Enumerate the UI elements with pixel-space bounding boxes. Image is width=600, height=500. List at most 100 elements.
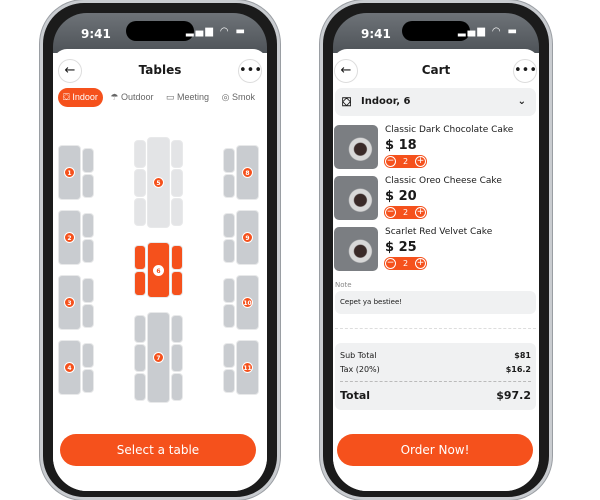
chair[interactable]: [134, 344, 146, 372]
tables-content: ← Tables ••• ⛋ Indoor ☂ Outdoor ▭ Meetin…: [53, 49, 267, 491]
status-bar: 9:41 ▂▄▆ ◠ ▬: [53, 13, 267, 49]
chair: [134, 169, 146, 197]
armchair-icon: ⛋: [63, 92, 73, 102]
chair[interactable]: [82, 238, 94, 263]
minus-button[interactable]: −: [385, 258, 396, 269]
select-table-button[interactable]: Select a table: [60, 434, 256, 466]
product-image: [334, 125, 378, 169]
more-button[interactable]: •••: [238, 59, 262, 83]
category-tabs: ⛋ Indoor ☂ Outdoor ▭ Meeting ◎ Smok: [58, 88, 265, 107]
chair[interactable]: [82, 213, 94, 238]
minus-button[interactable]: −: [385, 156, 396, 167]
chair[interactable]: [82, 173, 94, 198]
screen: 9:41 ▂▄▆ ◠ ▬ ← Tables ••• ⛋ Indoor ☂ Out…: [53, 13, 267, 491]
table-6[interactable]: 6: [147, 242, 170, 298]
tab-meeting[interactable]: ▭ Meeting: [161, 88, 214, 107]
phone-tables: 9:41 ▂▄▆ ◠ ▬ ← Tables ••• ⛋ Indoor ☂ Out…: [40, 0, 280, 500]
chair[interactable]: [171, 245, 183, 270]
chair[interactable]: [82, 343, 94, 368]
chair[interactable]: [223, 343, 235, 368]
chair[interactable]: [82, 368, 94, 393]
product-name: Classic Oreo Cheese Cake: [385, 176, 502, 186]
table-4[interactable]: 4: [58, 340, 81, 395]
tab-indoor[interactable]: ⛋ Indoor: [58, 88, 103, 107]
chair[interactable]: [82, 148, 94, 173]
chair[interactable]: [223, 148, 235, 173]
table-10[interactable]: 10: [236, 275, 259, 330]
table-5: 5: [147, 137, 170, 228]
phone-cart: 9:41 ▂▄▆ ◠ ▬ ← Cart ••• ⛋ Indoor, 6 ⌄ Cl…: [320, 0, 552, 500]
plus-button[interactable]: +: [415, 207, 426, 218]
table-1[interactable]: 1: [58, 145, 81, 200]
tab-outdoor[interactable]: ☂ Outdoor: [105, 88, 158, 107]
order-now-button[interactable]: Order Now!: [337, 434, 533, 466]
product-image: [334, 176, 378, 220]
table-7[interactable]: 7: [147, 312, 170, 403]
plus-button[interactable]: +: [415, 258, 426, 269]
product-name: Classic Dark Chocolate Cake: [385, 125, 514, 135]
plus-button[interactable]: +: [415, 156, 426, 167]
table-number: 2: [64, 232, 75, 243]
smoking-icon: ◎: [221, 92, 232, 102]
cart-item: Classic Dark Chocolate Cake $ 18 − 2 +: [334, 125, 539, 169]
table-9[interactable]: 9: [236, 210, 259, 265]
chair[interactable]: [171, 373, 183, 401]
note-label: Note: [335, 281, 352, 289]
chair[interactable]: [134, 245, 146, 270]
table-number: 1: [64, 167, 75, 178]
total-row: Total $97.2: [340, 389, 531, 402]
table-11[interactable]: 11: [236, 340, 259, 395]
presentation-icon: ▭: [166, 92, 178, 102]
chair[interactable]: [223, 368, 235, 393]
quantity-stepper: − 2 +: [384, 257, 427, 270]
chair[interactable]: [82, 278, 94, 303]
chair: [171, 198, 183, 226]
chair[interactable]: [223, 213, 235, 238]
quantity-stepper: − 2 +: [384, 206, 427, 219]
minus-button[interactable]: −: [385, 207, 396, 218]
quantity-value: 2: [402, 259, 409, 268]
order-summary: Sub Total $81 Tax (20%) $16.2 Total $97.2: [335, 343, 536, 410]
table-2[interactable]: 2: [58, 210, 81, 265]
table-location-dropdown[interactable]: ⛋ Indoor, 6 ⌄: [335, 88, 536, 116]
chair[interactable]: [134, 315, 146, 343]
cart-content: ← Cart ••• ⛋ Indoor, 6 ⌄ Classic Dark Ch…: [333, 49, 539, 491]
note-input[interactable]: Cepet ya bestiee!: [335, 291, 536, 314]
chair[interactable]: [171, 315, 183, 343]
page-title: Tables: [138, 63, 182, 77]
chair[interactable]: [171, 344, 183, 372]
table-number: 4: [64, 362, 75, 373]
page-title: Cart: [421, 63, 451, 77]
chair[interactable]: [223, 303, 235, 328]
divider: [335, 328, 536, 329]
chair[interactable]: [134, 271, 146, 296]
more-button[interactable]: •••: [513, 59, 537, 83]
subtotal-row: Sub Total $81: [340, 351, 531, 360]
table-number: 9: [242, 232, 253, 243]
umbrella-table-icon: ☂: [110, 92, 121, 102]
chair[interactable]: [82, 303, 94, 328]
tab-smoking[interactable]: ◎ Smok: [217, 88, 260, 107]
signal-wifi-battery-icon: ▂▄▆ ◠ ▬: [457, 26, 519, 37]
chair: [134, 198, 146, 226]
table-8[interactable]: 8: [236, 145, 259, 200]
tax-row: Tax (20%) $16.2: [340, 365, 531, 374]
product-price: $ 25: [385, 240, 417, 255]
chair[interactable]: [134, 373, 146, 401]
chair[interactable]: [223, 238, 235, 263]
chair[interactable]: [223, 278, 235, 303]
table-number: 11: [242, 362, 253, 373]
quantity-stepper: − 2 +: [384, 155, 427, 168]
cart-item: Scarlet Red Velvet Cake $ 25 − 2 +: [334, 227, 539, 271]
divider: [340, 381, 531, 382]
chair[interactable]: [171, 271, 183, 296]
table-number: 8: [242, 167, 253, 178]
status-time: 9:41: [361, 27, 391, 41]
status-bar: 9:41 ▂▄▆ ◠ ▬: [333, 13, 539, 49]
cart-item: Classic Oreo Cheese Cake $ 20 − 2 +: [334, 176, 539, 220]
product-name: Scarlet Red Velvet Cake: [385, 227, 493, 237]
product-image: [334, 227, 378, 271]
chair: [134, 140, 146, 168]
table-3[interactable]: 3: [58, 275, 81, 330]
chair[interactable]: [223, 173, 235, 198]
